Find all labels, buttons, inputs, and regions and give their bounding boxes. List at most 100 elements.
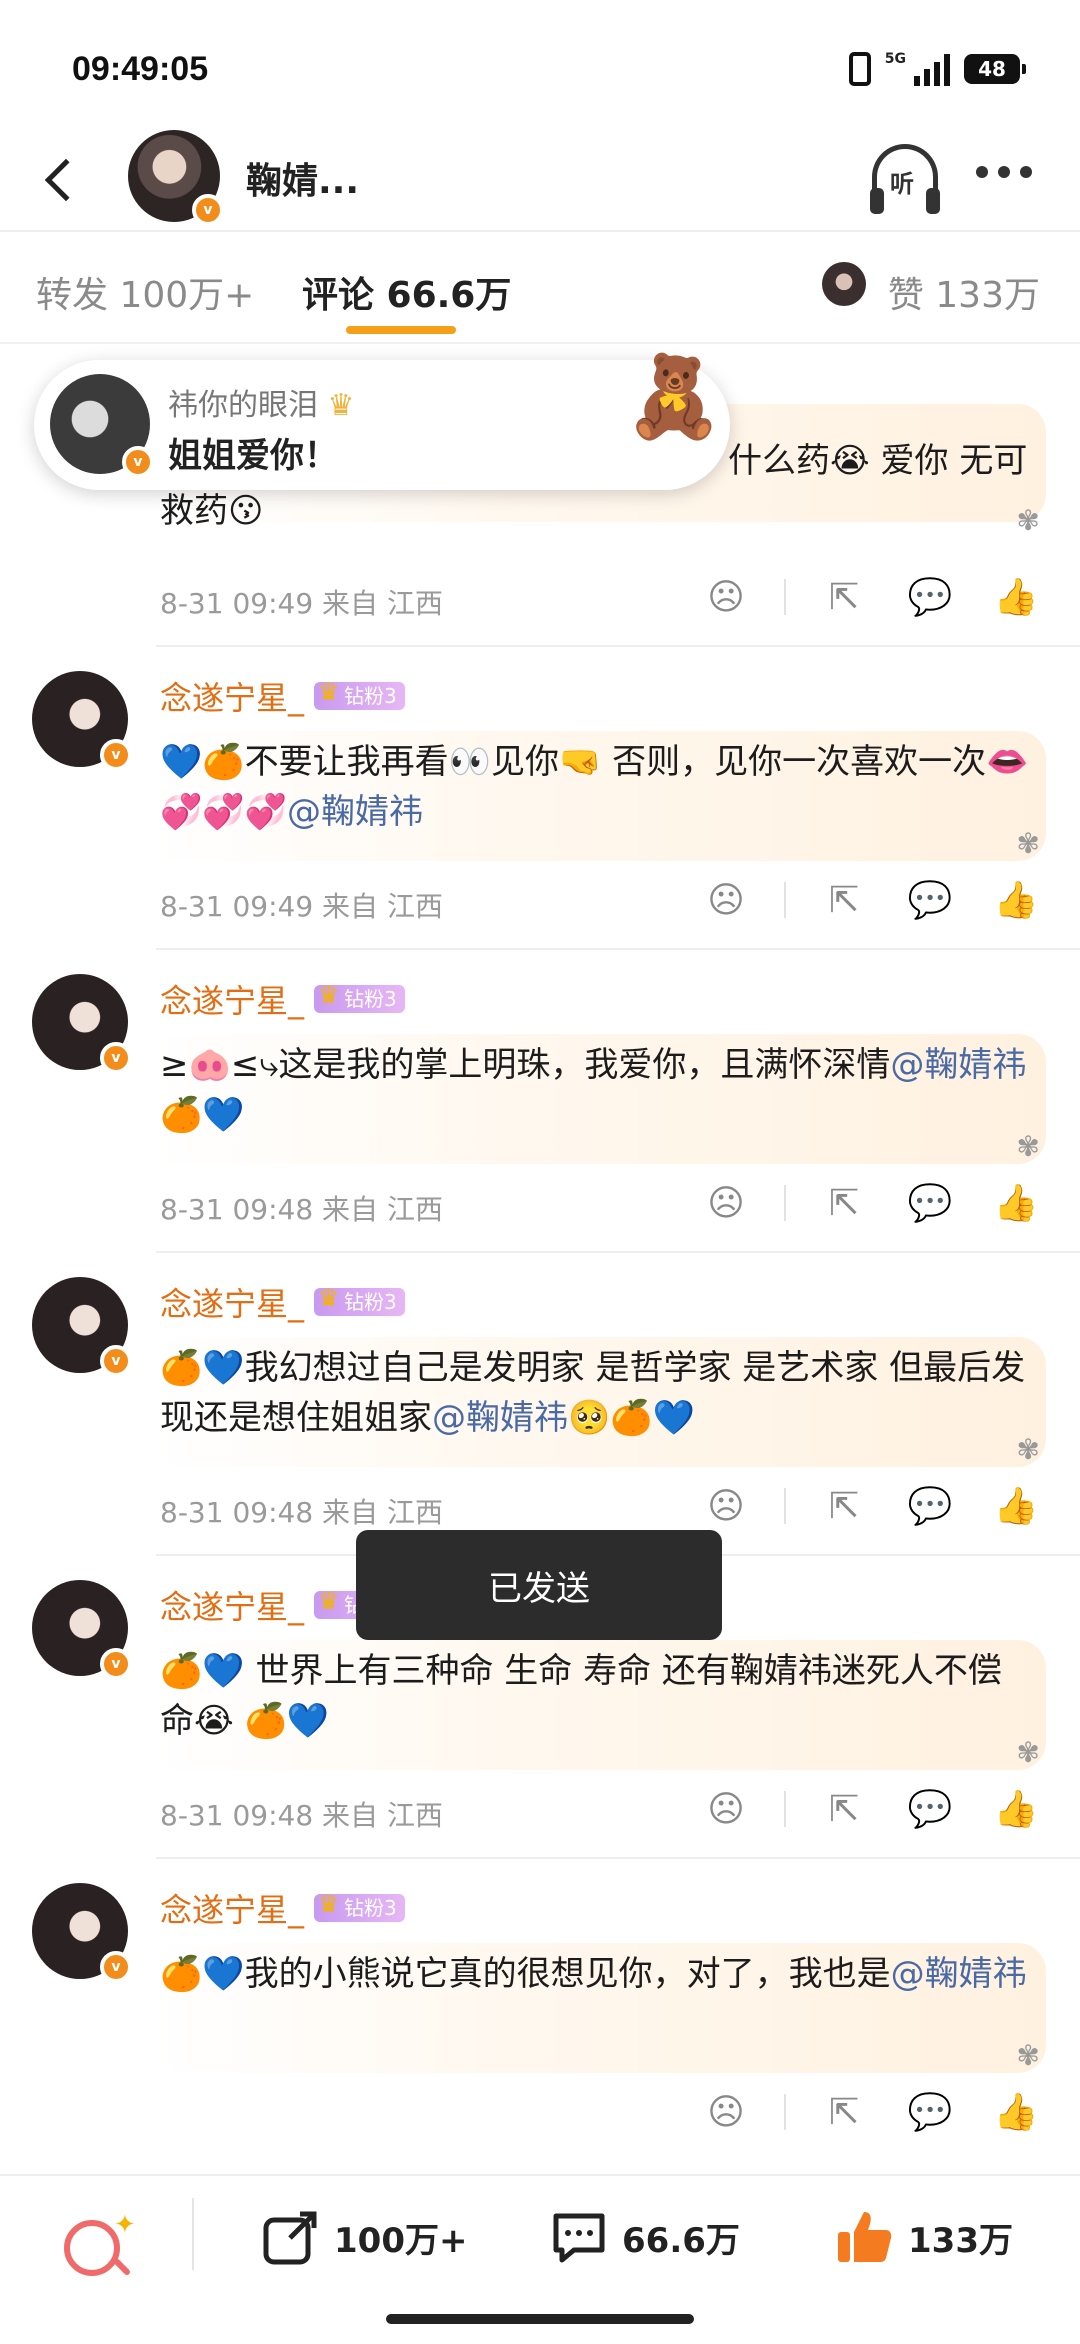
vibrate-icon (848, 52, 871, 86)
comment-actions: ☹ ⇱ 💬 👍 (668, 875, 1044, 925)
reply-icon[interactable]: 💬 (902, 1481, 958, 1531)
repost-button[interactable]: 100万+ (260, 2206, 467, 2268)
comment-button[interactable]: 66.6万 (548, 2206, 740, 2268)
comment-count: 66.6万 (622, 2220, 740, 2261)
comment-username[interactable]: 念遂宁星_钻粉3 (160, 1885, 405, 1931)
ai-search-button[interactable]: ✦ (64, 2210, 136, 2284)
comment-username[interactable]: 念遂宁星_钻粉3 (160, 673, 405, 719)
header-avatar[interactable]: v (128, 130, 224, 226)
like-icon[interactable]: 👍 (988, 572, 1044, 622)
comment-text: 🍊💙我幻想过自己是发明家 是哲学家 是艺术家 但最后发现还是想住姐姐家@鞠婧祎🥺… (160, 1348, 1026, 1438)
mention-link[interactable]: @鞠婧祎 (432, 1398, 568, 1438)
share-icon[interactable]: ⇱ (816, 875, 872, 925)
repost-count: 100万+ (334, 2220, 468, 2261)
butterfly-icon: ✾ (1016, 1736, 1040, 1769)
tab-bar: 转发 100万+ 评论 66.6万 赞 133万 (0, 232, 1080, 342)
like-button[interactable]: 133万 (834, 2206, 1013, 2268)
comment-avatar[interactable]: v (32, 671, 132, 771)
emoji-react-icon[interactable]: ☹ (698, 875, 754, 925)
comment-meta: 8-31 09:48 来自 江西 (160, 1496, 443, 1529)
verified-icon: v (100, 1648, 132, 1680)
like-count: 133万 (908, 2220, 1013, 2261)
back-button[interactable] (30, 150, 90, 210)
like-avatar (822, 262, 866, 306)
crown-icon: ♛ (327, 388, 355, 423)
fan-badge: 钻粉3 (314, 1892, 405, 1922)
comment-avatar[interactable]: v (32, 1580, 132, 1680)
comment-item: v 念遂宁星_钻粉3 ≥🐽≤⤷这是我的掌上明珠，我爱你，且满怀深情@鞠婧祎🍊💙 … (0, 950, 1080, 1253)
share-icon[interactable]: ⇱ (816, 1784, 872, 1834)
mention-link[interactable]: @鞠婧祎 (890, 1045, 1026, 1085)
emoji-react-icon[interactable]: ☹ (698, 572, 754, 622)
comment-username[interactable]: 念遂宁星_钻粉3 (160, 1279, 405, 1325)
verified-icon: v (192, 194, 224, 226)
like-icon[interactable]: 👍 (988, 875, 1044, 925)
comment-icon (548, 2206, 610, 2268)
reply-icon[interactable]: 💬 (902, 1784, 958, 1834)
comment-actions: ☹ ⇱ 💬 👍 (668, 1178, 1044, 1228)
comment-meta: 8-31 09:49 来自 江西 (160, 890, 443, 923)
mention-link[interactable]: @鞠婧祎 (891, 1954, 1027, 1994)
top-nav: v 鞠婧... 听 (0, 130, 1080, 230)
divider (192, 2198, 194, 2270)
mention-link[interactable]: @鞠婧祎 (287, 792, 423, 832)
status-time: 09:49:05 (72, 50, 209, 88)
sparkle-icon: ✦ (114, 2210, 136, 2240)
verified-icon: v (100, 1042, 132, 1074)
comment-actions: ☹ ⇱ 💬 👍 (668, 1481, 1044, 1531)
comment-text: ≥🐽≤⤷这是我的掌上明珠，我爱你，且满怀深情@鞠婧祎🍊💙 (160, 1045, 1027, 1135)
comment-item: v 念遂宁星_钻粉3 🍊💙我的小熊说它真的很想见你，对了，我也是@鞠婧祎 ✾ ☹… (0, 1859, 1080, 2162)
toast-message: 已发送 (356, 1530, 722, 1640)
popup-avatar: v (50, 374, 154, 478)
more-button[interactable] (976, 166, 1032, 178)
share-icon[interactable]: ⇱ (816, 572, 872, 622)
like-icon[interactable]: 👍 (988, 1178, 1044, 1228)
like-icon[interactable]: 👍 (988, 1784, 1044, 1834)
listen-button[interactable]: 听 (870, 144, 946, 214)
comment-text: 🍊💙我的小熊说它真的很想见你，对了，我也是@鞠婧祎 (160, 1954, 1027, 1994)
search-icon (64, 2220, 120, 2276)
status-bar: 09:49:05 5G 48 (0, 0, 1080, 130)
signal-icon (914, 52, 950, 86)
emoji-react-icon[interactable]: ☹ (698, 1481, 754, 1531)
tab-comment[interactable]: 评论 66.6万 (302, 266, 511, 318)
comment-item: v 念遂宁星_钻粉3 🍊💙我幻想过自己是发明家 是哲学家 是艺术家 但最后发现还… (0, 1253, 1080, 1556)
tab-repost[interactable]: 转发 100万+ (36, 266, 254, 318)
comment-avatar[interactable]: v (32, 1883, 132, 1983)
butterfly-icon: ✾ (1016, 827, 1040, 860)
reply-icon[interactable]: 💬 (902, 875, 958, 925)
reply-icon[interactable]: 💬 (902, 1178, 958, 1228)
share-icon[interactable]: ⇱ (816, 2087, 872, 2137)
fan-badge: 钻粉3 (314, 1286, 405, 1316)
comment-actions: ☹ ⇱ 💬 👍 (668, 1784, 1044, 1834)
reply-icon[interactable]: 💬 (902, 2087, 958, 2137)
verified-icon: v (100, 1345, 132, 1377)
network-label: 5G (884, 51, 906, 67)
page-title[interactable]: 鞠婧... (246, 152, 359, 204)
fan-badge: 钻粉3 (314, 680, 405, 710)
verified-icon: v (100, 739, 132, 771)
reply-icon[interactable]: 💬 (902, 572, 958, 622)
fan-badge: 钻粉3 (314, 983, 405, 1013)
comment-avatar[interactable]: v (32, 1277, 132, 1377)
comment-actions: ☹ ⇱ 💬 👍 (668, 2087, 1044, 2137)
notification-popup[interactable]: v 祎你的眼泪 ♛ 姐姐爱你！ 🧸 (34, 350, 730, 490)
emoji-react-icon[interactable]: ☹ (698, 1784, 754, 1834)
comment-username[interactable]: 念遂宁星_钻粉3 (160, 976, 405, 1022)
butterfly-icon: ✾ (1016, 1130, 1040, 1163)
thumbs-up-icon (834, 2206, 896, 2268)
comment-avatar[interactable]: v (32, 974, 132, 1074)
share-icon[interactable]: ⇱ (816, 1481, 872, 1531)
like-icon[interactable]: 👍 (988, 2087, 1044, 2137)
share-icon[interactable]: ⇱ (816, 1178, 872, 1228)
butterfly-icon: ✾ (1016, 504, 1040, 537)
verified-icon: v (100, 1951, 132, 1983)
emoji-react-icon[interactable]: ☹ (698, 2087, 754, 2137)
home-indicator[interactable] (386, 2314, 694, 2324)
tab-like[interactable]: 赞 133万 (888, 266, 1040, 318)
like-icon[interactable]: 👍 (988, 1481, 1044, 1531)
emoji-react-icon[interactable]: ☹ (698, 1178, 754, 1228)
tab-indicator (346, 326, 456, 334)
comment-item: v 念遂宁星_钻粉3 💙🍊不要让我再看👀见你🤜 否则，见你一次喜欢一次👄💞💞💞@… (0, 647, 1080, 950)
popup-username: 祎你的眼泪 ♛ (168, 388, 355, 423)
